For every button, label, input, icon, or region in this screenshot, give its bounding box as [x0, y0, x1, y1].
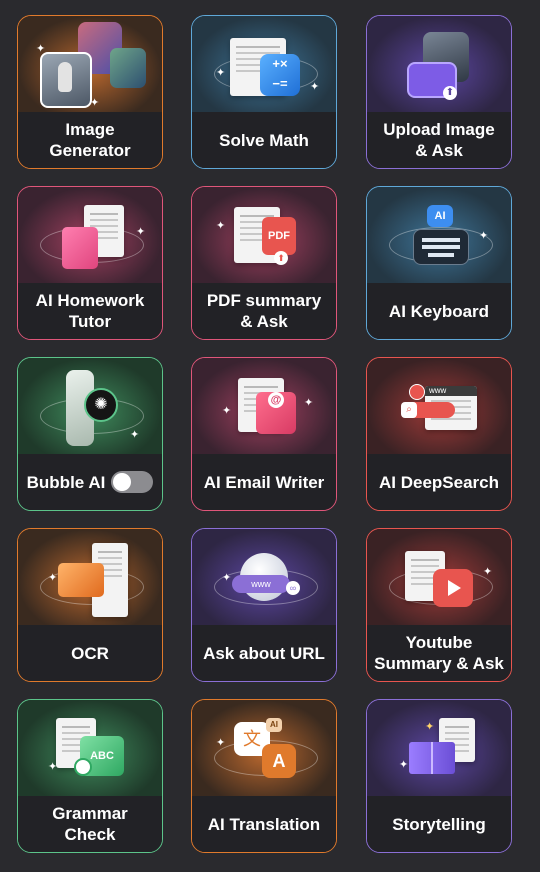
ocr-card[interactable]: ✦ OCR [17, 528, 163, 682]
browser-search-icon: www ⌕ [367, 358, 511, 456]
globe-link-icon: www ∞ ✦ [192, 529, 336, 627]
ask-about-url-label: Ask about URL [203, 643, 325, 663]
grammar-abc-icon: ABC ✦ [18, 700, 162, 798]
email-icon: @ ✦ ✦ [192, 358, 336, 456]
ai-keyboard-card[interactable]: AI ✦ AI Keyboard [366, 186, 512, 340]
storytelling-label: Storytelling [392, 814, 486, 834]
ocr-label: OCR [71, 643, 109, 663]
notebook-pencil-icon: ✦ [18, 187, 162, 285]
youtube-play-icon: ✦ [367, 529, 511, 627]
image-generator-icon: ✦ ✦ [18, 16, 162, 114]
tools-grid: ✦ ✦ Image Generator +× −= ✦ ✦ Solve Math … [0, 0, 540, 872]
translate-icon: 文 A AI ✦ [192, 700, 336, 798]
bubble-ai-label: Bubble AI [26, 472, 106, 492]
grammar-check-card[interactable]: ABC ✦ Grammar Check [17, 699, 163, 853]
upload-image-ask-card[interactable]: ⬆ Upload Image & Ask [366, 15, 512, 169]
solve-math-card[interactable]: +× −= ✦ ✦ Solve Math [191, 15, 337, 169]
grammar-check-label: Grammar Check [52, 804, 128, 844]
image-generator-label: Image Generator [49, 120, 131, 160]
solve-math-label: Solve Math [219, 130, 309, 150]
pdf-summary-ask-label: PDF summary & Ask [206, 291, 322, 331]
upload-image-icon: ⬆ [367, 16, 511, 114]
upload-image-ask-label: Upload Image & Ask [383, 120, 495, 160]
ai-homework-tutor-card[interactable]: ✦ AI Homework Tutor [17, 186, 163, 340]
ai-homework-tutor-label: AI Homework Tutor [35, 291, 145, 331]
image-generator-card[interactable]: ✦ ✦ Image Generator [17, 15, 163, 169]
storytelling-card[interactable]: ✦ ✦ Storytelling [366, 699, 512, 853]
open-book-icon: ✦ ✦ [367, 700, 511, 798]
youtube-summary-ask-label: Youtube Summary & Ask [374, 633, 504, 673]
toggle-knob [113, 473, 132, 491]
phone-bubble-icon: ✺ ✦ [18, 358, 162, 456]
ai-email-writer-label: AI Email Writer [203, 472, 325, 492]
ai-email-writer-card[interactable]: @ ✦ ✦ AI Email Writer [191, 357, 337, 511]
keyboard-icon: AI ✦ [367, 187, 511, 285]
bubble-ai-card[interactable]: ✺ ✦ Bubble AI [17, 357, 163, 511]
pdf-summary-ask-card[interactable]: PDF ⬆ ✦ PDF summary & Ask [191, 186, 337, 340]
ai-keyboard-label: AI Keyboard [388, 301, 490, 321]
pdf-icon: PDF ⬆ ✦ [192, 187, 336, 285]
ai-deepsearch-label: AI DeepSearch [379, 472, 499, 492]
ai-translation-label: AI Translation [207, 814, 321, 834]
ai-deepsearch-card[interactable]: www ⌕ AI DeepSearch [366, 357, 512, 511]
ai-translation-card[interactable]: 文 A AI ✦ AI Translation [191, 699, 337, 853]
calculator-icon: +× −= ✦ ✦ [192, 16, 336, 114]
ocr-scan-icon: ✦ [18, 529, 162, 627]
youtube-summary-ask-card[interactable]: ✦ Youtube Summary & Ask [366, 528, 512, 682]
ask-about-url-card[interactable]: www ∞ ✦ Ask about URL [191, 528, 337, 682]
bubble-ai-toggle[interactable] [111, 471, 154, 493]
